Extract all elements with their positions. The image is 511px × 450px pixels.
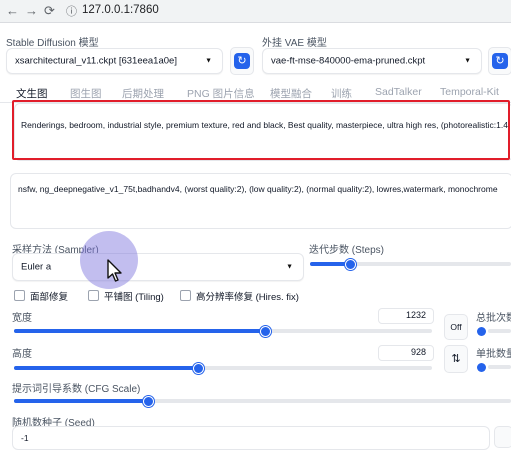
steps-label: 迭代步数 (Steps) [309, 245, 385, 256]
cfg-slider-fill [14, 399, 149, 403]
vae-model-label: 外挂 VAE 模型 [262, 38, 327, 49]
reload-icon[interactable]: ⟳ [44, 3, 55, 19]
width-slider-thumb[interactable] [259, 326, 271, 337]
sampler-value: Euler a [21, 261, 52, 273]
width-slider-fill [14, 329, 265, 333]
steps-slider-fill [310, 262, 351, 266]
browser-toolbar: ← → ⟳ ⓘ 127.0.0.1:7860 [0, 0, 511, 23]
tab-png-info[interactable]: PNG 图片信息 [187, 86, 255, 101]
face-restore-checkbox[interactable] [14, 290, 25, 301]
seed-random-button[interactable] [494, 426, 511, 448]
steps-slider-thumb[interactable] [345, 259, 357, 270]
negative-prompt-input[interactable]: nsfw, ng_deepnegative_v1_75t,badhandv4, … [10, 173, 511, 229]
face-restore-label: 面部修复 [30, 292, 69, 303]
refresh-icon: ↻ [234, 53, 250, 69]
height-slider-fill [14, 366, 198, 370]
forward-icon[interactable]: → [25, 3, 38, 18]
tab-img2img[interactable]: 图生图 [70, 86, 102, 101]
width-label: 宽度 [12, 313, 32, 324]
height-slider-thumb[interactable] [192, 363, 204, 374]
tab-extras[interactable]: 后期处理 [122, 86, 164, 101]
batch-count-label: 总批次数 [476, 313, 511, 324]
tab-temporal-kit[interactable]: Temporal-Kit [440, 86, 499, 98]
seed-value: -1 [21, 433, 29, 443]
hires-fix-checkbox[interactable] [180, 290, 191, 301]
chevron-down-icon: ▼ [286, 263, 293, 271]
batch-size-slider-thumb[interactable] [477, 363, 486, 372]
refresh-icon: ↻ [492, 53, 508, 69]
negative-prompt-text: nsfw, ng_deepnegative_v1_75t,badhandv4, … [18, 184, 498, 194]
width-value: 1232 [405, 310, 426, 320]
vae-model-select[interactable]: vae-ft-mse-840000-ema-pruned.ckpt ▼ [262, 48, 482, 74]
tiling-label: 平铺图 (Tiling) [104, 292, 164, 303]
sd-refresh-button[interactable]: ↻ [230, 47, 254, 75]
height-input[interactable]: 928 [378, 345, 434, 361]
batch-count-slider[interactable] [488, 329, 511, 333]
off-button[interactable]: Off [444, 314, 468, 340]
hires-fix-label: 高分辨率修复 (Hires. fix) [196, 292, 299, 303]
address-bar[interactable]: ⓘ 127.0.0.1:7860 [62, 2, 482, 19]
address-bar-url: 127.0.0.1:7860 [82, 4, 159, 16]
height-value: 928 [410, 347, 426, 357]
batch-count-slider-thumb[interactable] [477, 327, 486, 336]
cfg-label: 提示词引导系数 (CFG Scale) [12, 384, 141, 395]
swap-arrows-icon: ⇅ [451, 353, 461, 365]
tab-merge[interactable]: 模型融合 [270, 86, 312, 101]
tab-train[interactable]: 训练 [331, 86, 352, 101]
highlight-box [12, 100, 510, 160]
sampler-select[interactable]: Euler a ▼ [12, 253, 304, 281]
sd-model-label: Stable Diffusion 模型 [6, 38, 99, 49]
cfg-slider[interactable] [14, 396, 511, 407]
cfg-slider-thumb[interactable] [143, 396, 155, 407]
tiling-checkbox[interactable] [88, 290, 99, 301]
sd-model-select[interactable]: xsarchitectural_v11.ckpt [631eea1a0e] ▼ [6, 48, 223, 74]
height-label: 高度 [12, 349, 32, 360]
back-icon[interactable]: ← [6, 3, 19, 18]
vae-model-value: vae-ft-mse-840000-ema-pruned.ckpt [271, 55, 426, 67]
width-slider[interactable] [14, 326, 432, 337]
chevron-down-icon: ▼ [205, 57, 212, 65]
tab-txt2img[interactable]: 文生图 [16, 86, 48, 101]
sd-model-value: xsarchitectural_v11.ckpt [631eea1a0e] [15, 55, 177, 67]
tab-sadtalker[interactable]: SadTalker [375, 86, 422, 98]
height-slider[interactable] [14, 363, 432, 374]
vae-refresh-button[interactable]: ↻ [488, 47, 511, 75]
batch-size-label: 单批数量 [476, 349, 511, 360]
width-input[interactable]: 1232 [378, 308, 434, 324]
seed-input[interactable]: -1 [12, 426, 490, 450]
steps-slider[interactable] [310, 259, 511, 270]
mouse-pointer-icon [107, 259, 122, 282]
batch-size-slider[interactable] [488, 365, 511, 369]
chevron-down-icon: ▼ [464, 57, 471, 65]
swap-dimensions-button[interactable]: ⇅ [444, 345, 468, 373]
info-icon[interactable]: ⓘ [66, 3, 77, 19]
